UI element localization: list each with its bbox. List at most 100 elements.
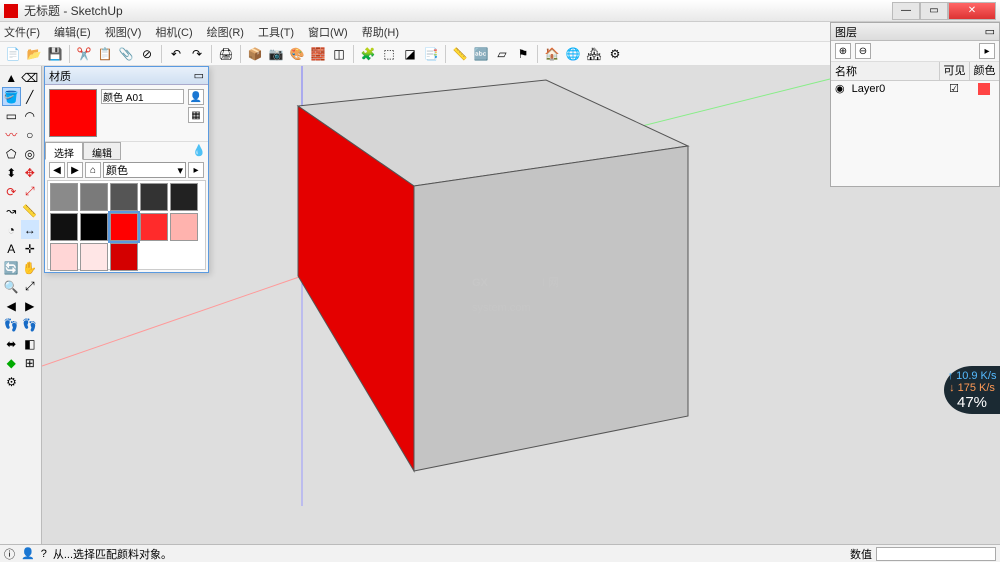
value-input[interactable] <box>876 547 996 561</box>
swatch[interactable] <box>140 213 168 241</box>
position-tool[interactable]: 👣 <box>2 315 21 334</box>
layer-icon[interactable]: 📑 <box>422 45 440 63</box>
menu-view[interactable]: 视图(V) <box>105 24 142 40</box>
protractor-tool[interactable]: ◔ <box>2 220 21 239</box>
layer-visible-checkbox[interactable]: ☑ <box>939 82 969 95</box>
tape-tool[interactable]: 📏 <box>21 201 40 220</box>
axes-tool[interactable]: ✛ <box>21 239 40 258</box>
freehand-tool[interactable]: 〰 <box>2 125 21 144</box>
material-name-input[interactable] <box>101 89 184 104</box>
model-icon[interactable]: 📦 <box>246 45 264 63</box>
material-category[interactable]: 颜色▾ <box>103 162 186 178</box>
copy-icon[interactable]: 📋 <box>96 45 114 63</box>
swatch[interactable] <box>110 183 138 211</box>
swatch[interactable] <box>170 183 198 211</box>
section-tool[interactable]: ◧ <box>21 334 40 353</box>
status-user-icon[interactable]: 👤 <box>21 547 35 560</box>
home-icon[interactable]: 🏘 <box>585 45 603 63</box>
circle-tool[interactable]: ○ <box>21 125 40 144</box>
swatch[interactable] <box>110 213 138 241</box>
back-icon[interactable]: ◀ <box>49 162 65 178</box>
minimize-button[interactable]: — <box>892 2 920 20</box>
delete-icon[interactable]: ⊘ <box>138 45 156 63</box>
pushpull-tool[interactable]: ⬍ <box>2 163 21 182</box>
world-icon[interactable]: 🌐 <box>564 45 582 63</box>
select-tool[interactable]: ▲ <box>2 68 21 87</box>
orbit-tool[interactable]: 🔄 <box>2 258 21 277</box>
dim-icon[interactable]: 📏 <box>451 45 469 63</box>
paste-icon[interactable]: 📎 <box>117 45 135 63</box>
pin-icon[interactable]: ▭ <box>194 69 204 82</box>
remove-layer-button[interactable]: ⊖ <box>855 43 871 59</box>
home-mat-icon[interactable]: ⌂ <box>85 162 101 178</box>
save-icon[interactable]: 💾 <box>46 45 64 63</box>
prev-tool[interactable]: ◀ <box>2 296 21 315</box>
component-icon[interactable]: 🧩 <box>359 45 377 63</box>
dim-tool[interactable]: ↔ <box>21 220 40 239</box>
next-tool[interactable]: ▶ <box>21 296 40 315</box>
swatch[interactable] <box>140 183 168 211</box>
close-button[interactable]: ✕ <box>948 2 996 20</box>
zoom-ext-tool[interactable]: ⤢ <box>21 277 40 296</box>
rotate-tool[interactable]: ⟳ <box>2 182 21 201</box>
move-tool[interactable]: ✥ <box>21 163 40 182</box>
paint-tool[interactable]: 🪣 <box>2 87 21 106</box>
group-icon[interactable]: ⬚ <box>380 45 398 63</box>
ext1-tool[interactable]: ◆ <box>2 353 21 372</box>
layer-row[interactable]: ◉ Layer0 ☑ <box>831 81 999 96</box>
redo-icon[interactable]: ↷ <box>188 45 206 63</box>
zoom-tool[interactable]: 🔍 <box>2 277 21 296</box>
follow-tool[interactable]: ↝ <box>2 201 21 220</box>
undo-icon[interactable]: ↶ <box>167 45 185 63</box>
add-layer-button[interactable]: ⊕ <box>835 43 851 59</box>
fwd-icon[interactable]: ▶ <box>67 162 83 178</box>
details-icon[interactable]: ▸ <box>188 162 204 178</box>
look-tool[interactable]: 👣 <box>21 315 40 334</box>
open-icon[interactable]: 📂 <box>25 45 43 63</box>
xray-icon[interactable]: ◫ <box>330 45 348 63</box>
menu-draw[interactable]: 绘图(R) <box>207 24 244 40</box>
house-icon[interactable]: 🏠 <box>543 45 561 63</box>
menu-tools[interactable]: 工具(T) <box>258 24 294 40</box>
swatch[interactable] <box>170 213 198 241</box>
offset-tool[interactable]: ◎ <box>21 144 40 163</box>
eyedropper-icon[interactable]: 💧 <box>190 142 208 160</box>
menu-file[interactable]: 文件(F) <box>4 24 40 40</box>
swatch[interactable] <box>110 243 138 271</box>
camera-icon[interactable]: 📷 <box>267 45 285 63</box>
create-material-icon[interactable]: 👤 <box>188 89 204 105</box>
rect-tool[interactable]: ▭ <box>2 106 21 125</box>
swatch[interactable] <box>50 243 78 271</box>
menu-camera[interactable]: 相机(C) <box>155 24 192 40</box>
texture-icon[interactable]: 🧱 <box>309 45 327 63</box>
layer-menu-button[interactable]: ▸ <box>979 43 995 59</box>
menu-window[interactable]: 窗口(W) <box>308 24 348 40</box>
status-help-icon[interactable]: ? <box>41 548 47 560</box>
swatch[interactable] <box>50 213 78 241</box>
arc-tool[interactable]: ◠ <box>21 106 40 125</box>
default-material-icon[interactable]: ▦ <box>188 107 204 123</box>
swatch[interactable] <box>50 183 78 211</box>
tab-edit[interactable]: 编辑 <box>83 142 121 160</box>
ext3-tool[interactable]: ⚙ <box>2 372 21 391</box>
pan-tool[interactable]: ✋ <box>21 258 40 277</box>
text-tool[interactable]: A <box>2 239 21 258</box>
plane-icon[interactable]: ▱ <box>493 45 511 63</box>
tab-select[interactable]: 选择 <box>45 142 83 160</box>
render-icon[interactable]: 🎨 <box>288 45 306 63</box>
scale-tool[interactable]: ⤢ <box>21 182 40 201</box>
status-icon[interactable]: ⓘ <box>4 546 15 562</box>
walk-tool[interactable]: ⬌ <box>2 334 21 353</box>
swatch[interactable] <box>80 213 108 241</box>
print-icon[interactable]: 🖨 <box>217 45 235 63</box>
eraser-tool[interactable]: ⌫ <box>21 68 40 87</box>
ext2-tool[interactable]: ⊞ <box>21 353 40 372</box>
line-tool[interactable]: ╱ <box>21 87 39 106</box>
new-icon[interactable]: 📄 <box>4 45 22 63</box>
menu-help[interactable]: 帮助(H) <box>362 24 399 40</box>
layers-collapse-icon[interactable]: ▭ <box>985 25 995 38</box>
settings-icon[interactable]: ⚙ <box>606 45 624 63</box>
maximize-button[interactable]: ▭ <box>920 2 948 20</box>
menu-edit[interactable]: 编辑(E) <box>54 24 91 40</box>
flag-icon[interactable]: ⚑ <box>514 45 532 63</box>
